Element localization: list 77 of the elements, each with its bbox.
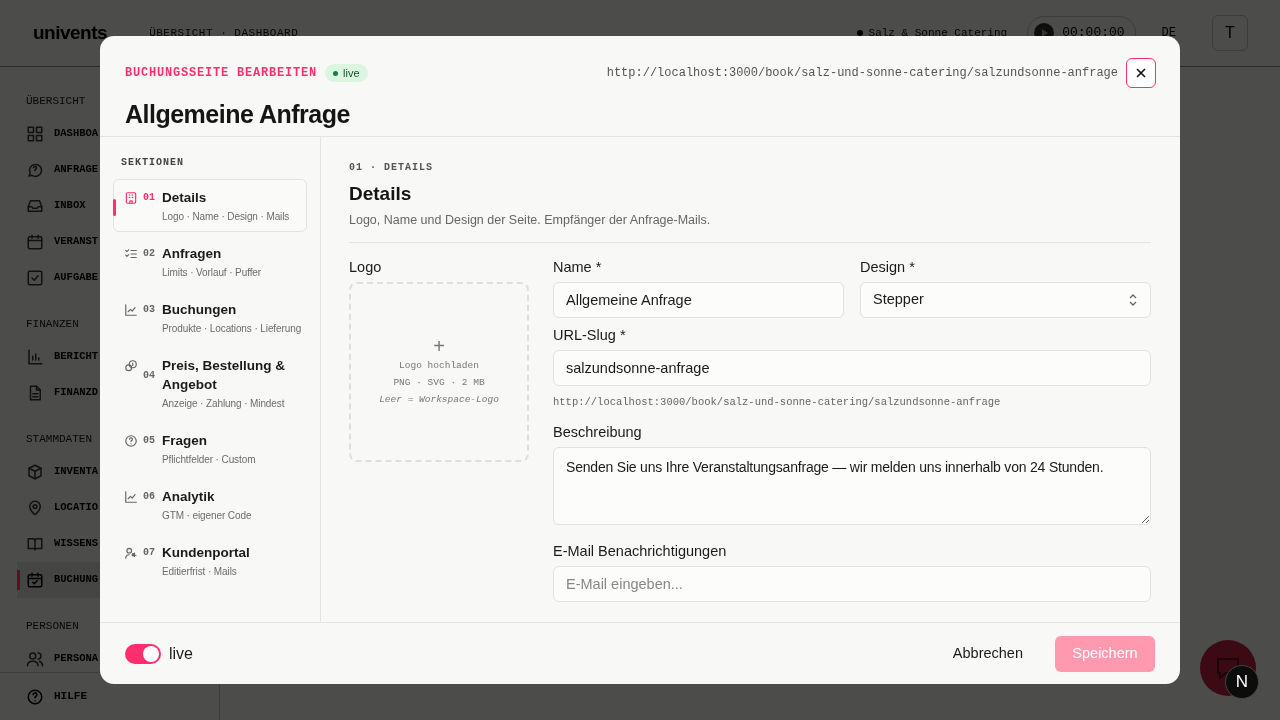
plus-icon: + [433,335,445,356]
user-avatar[interactable]: T [1212,15,1248,51]
live-toggle[interactable] [125,643,161,664]
inbox-icon [26,197,44,215]
checkbox-icon [26,269,44,287]
help-link[interactable]: HILFE [26,687,87,706]
grid-icon [26,125,44,143]
users-icon [26,650,44,668]
sidebar-section-title: FINANZEN [26,317,79,331]
name-input[interactable]: Allgemeine Anfrage [553,281,844,318]
help-icon [124,434,138,448]
sidebar-item[interactable]: LOCATIO [17,490,101,526]
section-nav-item[interactable]: 02 Anfragen Limits · Vorlauf · Puffer [113,235,307,288]
sidebar-item[interactable]: VERANST [17,224,101,260]
sidebar-item[interactable]: INVENTA [17,454,101,490]
close-icon [1135,67,1147,79]
section-description: Logo, Name und Design der Seite. Empfänger der Anfrage-Mails. [349,211,1151,243]
building-icon [124,191,138,205]
sidebar-section-title: PERSONEN [26,619,79,633]
format-hint: PNG · SVG · 2 MB [393,376,485,391]
sidebar-item[interactable]: BERICHT [17,339,101,375]
calendar-check-icon [26,571,44,589]
breadcrumb: ÜBERSICHT · DASHBOARD [149,25,299,41]
location-pin-icon [26,499,44,517]
section-title: Details [349,182,413,206]
field-label: Name * [553,257,603,276]
help-icon [26,687,44,706]
sidebar-item[interactable]: BUCHUNG [17,562,101,598]
sidebar-item[interactable]: FINANZD [17,375,101,411]
design-select[interactable]: Stepper [860,281,1151,318]
page-url[interactable]: http://localhost:3000/book/salz-und-sonne-catering/salzundsonne-anfrage [606,64,1118,82]
calendar-icon [26,233,44,251]
cancel-button[interactable]: Abbrechen [936,634,1039,673]
checklist-icon [124,247,138,261]
sidebar-section-title: STAMMDATEN [26,432,92,446]
slug-input[interactable]: salzundsonne-anfrage [553,349,1151,386]
dev-badge[interactable]: N [1225,665,1259,699]
field-label: URL-Slug * [553,325,627,344]
modal-eyebrow: BUCHUNGSSEITE BEARBEITEN [125,65,318,82]
field-label: Logo [349,257,383,276]
sidebar-section-title: ÜBERSICHT [26,94,86,108]
close-button[interactable] [1126,58,1156,88]
status-badge: live [325,63,368,83]
section-nav-item[interactable]: 06 Analytik GTM · eigener Code [113,478,307,531]
sidebar-item[interactable]: AUFGABE [17,260,101,296]
sidebar-item[interactable]: ANFRAGE [17,152,101,188]
line-chart-icon [124,303,138,317]
section-nav-item[interactable]: 03 Buchungen Produkte · Locations · Lieferung [113,291,307,344]
field-label: Design * [860,257,916,276]
sidebar-item[interactable]: WISSENS [17,526,101,562]
logo-dropzone[interactable]: + Logo hochladen PNG · SVG · 2 MB Leer = Workspace-Logo [349,281,529,462]
chevron-updown-icon [1128,293,1138,306]
bar-chart-icon [26,348,44,366]
section-nav-item[interactable]: 05 Fragen Pflichtfelder · Custom [113,422,307,475]
book-icon [26,535,44,553]
empty-hint: Leer = Workspace-Logo [379,393,499,408]
description-textarea[interactable]: Senden Sie uns Ihre Veranstaltungsanfrage — wir melden uns innerhalb von 24 Stunden. [553,446,1151,525]
modal-title: Allgemeine Anfrage [125,99,351,130]
field-label: E-Mail Benachrichtigungen [553,541,728,560]
question-bubble-icon [26,161,44,179]
status-dot [856,30,863,36]
upload-label: Logo hochladen [399,358,479,373]
line-chart-icon [124,490,138,504]
field-label: Beschreibung [553,422,643,441]
box-icon [26,463,44,481]
sections-heading: SEKTIONEN [121,156,185,170]
url-preview: http://localhost:3000/book/salz-und-sonne-catering/salzundsonne-anfrage [553,394,1002,410]
app-logo[interactable]: univents [33,18,108,48]
coins-icon [124,359,138,373]
section-nav-item[interactable]: 07 Kundenportal Editierfrist · Mails [113,534,307,587]
sidebar-item[interactable]: INBOX [17,188,88,224]
sidebar-item[interactable]: DASHBOA [17,116,101,152]
user-settings-icon [124,546,138,560]
section-nav-item[interactable]: 01 Details Logo · Name · Design · Mails [113,179,307,232]
toggle-label: live [169,643,193,664]
section-eyebrow: 01 · DETAILS [349,161,434,175]
email-input[interactable]: E-Mail eingeben... [553,565,1151,602]
